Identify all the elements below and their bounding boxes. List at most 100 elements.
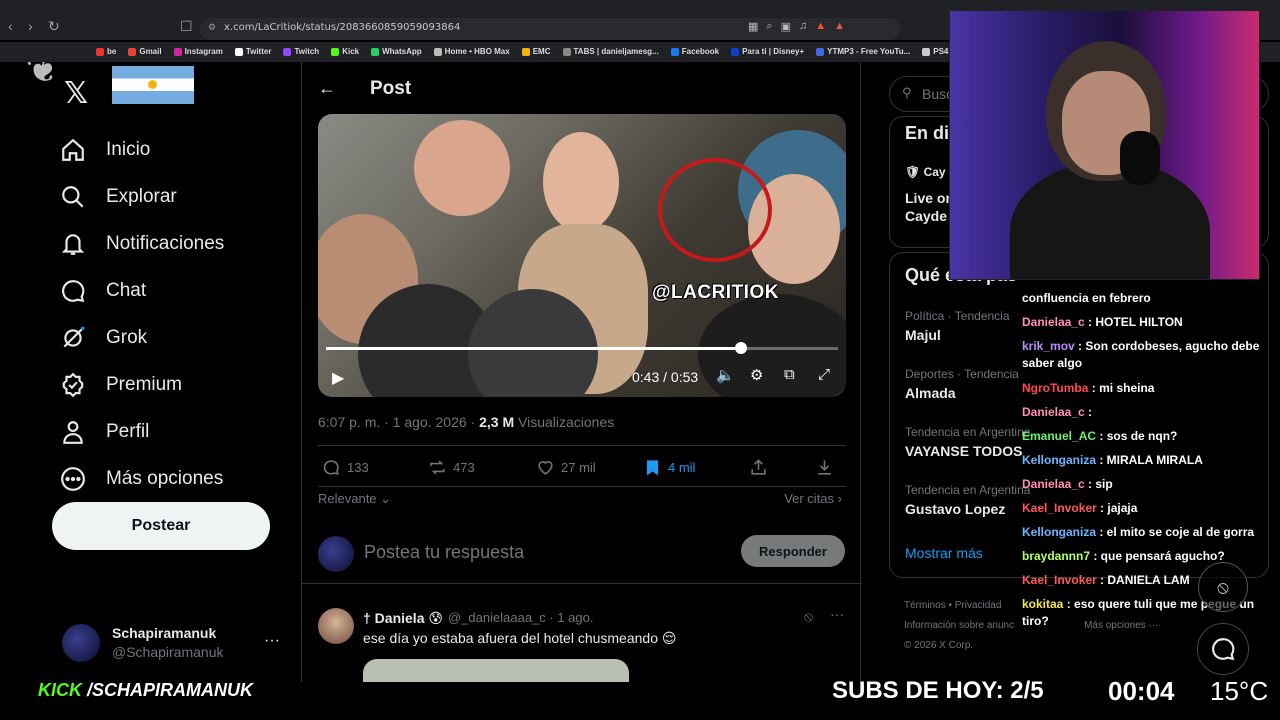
- bookmark-item[interactable]: TABS | danieljamesg...: [562, 42, 659, 62]
- search-icon: ⚲: [902, 85, 912, 100]
- sidebar-item-grok[interactable]: Grok: [60, 314, 224, 361]
- chat-username[interactable]: krik_mov: [1022, 339, 1075, 353]
- fullscreen-icon[interactable]: ⤢: [818, 366, 830, 383]
- chat-username[interactable]: Danielaa_c: [1022, 315, 1085, 329]
- messages-button[interactable]: [1197, 623, 1249, 675]
- video-progress-bar[interactable]: [326, 342, 838, 354]
- chat-text: confluencia en febrero: [1022, 291, 1151, 305]
- forward-icon[interactable]: ›: [28, 18, 33, 34]
- post-button[interactable]: Postear: [52, 502, 270, 550]
- chat-username[interactable]: Kellonganiza: [1022, 525, 1096, 539]
- bookmark-item[interactable]: YTMP3 - Free YouTu...: [816, 42, 910, 62]
- chat-text: :: [1084, 405, 1093, 419]
- comment-handle[interactable]: @_danielaaaa_c · 1 ago.: [448, 610, 593, 625]
- chat-username[interactable]: NgroTumba: [1022, 381, 1088, 395]
- pip-icon[interactable]: ⧉: [784, 366, 795, 383]
- comment-media[interactable]: [363, 659, 629, 682]
- sidebar-item-chat[interactable]: Chat: [60, 267, 224, 314]
- reply-input[interactable]: Postea tu respuesta: [364, 542, 524, 563]
- video-player[interactable]: @LACRITIOK ▶ 0:43 / 0:53 🔈 ⚙ ⧉ ⤢: [318, 114, 846, 397]
- brave-icon[interactable]: ▲: [815, 20, 826, 33]
- comment-author[interactable]: † Daniela 😰: [363, 610, 443, 627]
- bookmark-item[interactable]: Instagram: [173, 42, 223, 62]
- bookmark-item[interactable]: Kick: [331, 42, 359, 62]
- kick-brand: KICK: [38, 680, 82, 700]
- sidebar-item-notificaciones[interactable]: Notificaciones: [60, 220, 224, 267]
- bookmark-item[interactable]: WhatsApp: [371, 42, 422, 62]
- rewards-icon[interactable]: ▲: [834, 20, 845, 33]
- post-timestamp[interactable]: 6:07 p. m. · 1 ago. 2026 ·: [318, 414, 479, 430]
- bookmark-item[interactable]: Twitch: [283, 42, 319, 62]
- chat-username[interactable]: Danielaa_c: [1022, 405, 1085, 419]
- reply-icon: [323, 460, 339, 475]
- sidebar-item-inicio[interactable]: Inicio: [60, 126, 224, 173]
- show-more-link[interactable]: Mostrar más: [905, 545, 983, 561]
- back-arrow-icon[interactable]: ←: [318, 78, 336, 99]
- volume-icon[interactable]: 🔈: [716, 366, 735, 384]
- chat-username[interactable]: Kael_Invoker: [1022, 573, 1097, 587]
- bookmark-item[interactable]: Para ti | Disney+: [731, 42, 804, 62]
- chat-icon: [62, 279, 85, 302]
- download-button[interactable]: [815, 458, 834, 477]
- chat-username[interactable]: kokitaa: [1022, 597, 1063, 611]
- chat-username[interactable]: Kellonganiza: [1022, 453, 1096, 467]
- sidebar-item-explorar[interactable]: Explorar: [60, 173, 224, 220]
- settings-icon[interactable]: ⚙: [750, 366, 763, 384]
- chat-message: Danielaa_c : HOTEL HILTON: [1022, 314, 1268, 331]
- music-icon[interactable]: ♫: [799, 20, 807, 33]
- sidebar-item-perfil[interactable]: Perfil: [60, 408, 224, 455]
- chat-username[interactable]: Danielaa_c: [1022, 477, 1085, 491]
- x-logo-icon[interactable]: 𝕏: [64, 76, 88, 111]
- chat-message: Kellonganiza : MIRALA MIRALA: [1022, 452, 1268, 469]
- bookmark-item[interactable]: EMC: [521, 42, 551, 62]
- bookmark-button[interactable]: 4 mil: [643, 458, 695, 477]
- sidebar-nav: Inicio Explorar Notificaciones Chat Grok…: [60, 126, 224, 502]
- avatar[interactable]: [318, 608, 354, 644]
- grok-icon[interactable]: ⦸: [1198, 562, 1248, 612]
- chat-text: : mi sheina: [1088, 381, 1155, 395]
- account-menu-icon[interactable]: ···: [264, 632, 280, 650]
- translate-icon[interactable]: ▦: [748, 20, 758, 33]
- bell-icon: [61, 233, 85, 255]
- page-title: Post: [370, 78, 412, 99]
- reload-icon[interactable]: ↻: [48, 18, 60, 35]
- chat-message: Kael_Invoker : jajaja: [1022, 500, 1268, 517]
- video-progress-knob[interactable]: [734, 342, 747, 354]
- sidebar-item-label: Perfil: [106, 420, 150, 442]
- more-icon[interactable]: ···: [830, 606, 844, 622]
- account-switcher[interactable]: Schapiramanuk @Schapiramanuk ···: [62, 622, 292, 662]
- divider: [318, 445, 846, 446]
- bookmark-item[interactable]: Home • HBO Max: [433, 42, 510, 62]
- like-count: 27 mil: [561, 460, 596, 475]
- zoom-icon[interactable]: ⌕: [766, 20, 772, 33]
- chat-text: : HOTEL HILTON: [1084, 315, 1183, 329]
- reply-button[interactable]: 133: [322, 458, 369, 477]
- back-icon[interactable]: ‹: [8, 18, 13, 34]
- pip-icon[interactable]: ▣: [781, 20, 791, 33]
- bookmark-icon: [646, 460, 659, 476]
- bookmark-item[interactable]: Twitter: [234, 42, 271, 62]
- share-button[interactable]: [749, 458, 768, 477]
- repost-button[interactable]: 473: [428, 458, 475, 477]
- live-text: Live on Cayde: [905, 189, 954, 225]
- chat-username[interactable]: braydannn7: [1022, 549, 1090, 563]
- grok-icon: [63, 326, 85, 347]
- sidebar-item-mas-opciones[interactable]: Más opciones: [60, 455, 224, 502]
- grok-icon[interactable]: ⦸: [804, 608, 813, 625]
- bookmark-item[interactable]: Facebook: [670, 42, 719, 62]
- bookmark-page-icon[interactable]: ☐: [180, 18, 193, 35]
- view-quotes-link[interactable]: Ver citas ›: [784, 491, 842, 506]
- sidebar-item-label: Premium: [106, 373, 183, 395]
- sidebar-item-premium[interactable]: Premium: [60, 361, 224, 408]
- reply-submit-button[interactable]: Responder: [741, 535, 845, 567]
- play-icon[interactable]: ▶: [332, 368, 344, 388]
- bookmark-item[interactable]: be: [96, 42, 116, 62]
- footer-link[interactable]: Información sobre anunc: [904, 620, 1014, 631]
- site-info-icon[interactable]: ⚙: [208, 22, 216, 33]
- list-item[interactable]: † Daniela 😰 @_danielaaaa_c · 1 ago. ⦸ ··…: [302, 594, 862, 682]
- like-button[interactable]: 27 mil: [536, 458, 596, 477]
- chat-username[interactable]: Kael_Invoker: [1022, 501, 1097, 515]
- sort-dropdown[interactable]: Relevante ⌄: [318, 491, 391, 507]
- chat-username[interactable]: Emanuel_AC: [1022, 429, 1096, 443]
- bookmark-item[interactable]: Gmail: [128, 42, 162, 62]
